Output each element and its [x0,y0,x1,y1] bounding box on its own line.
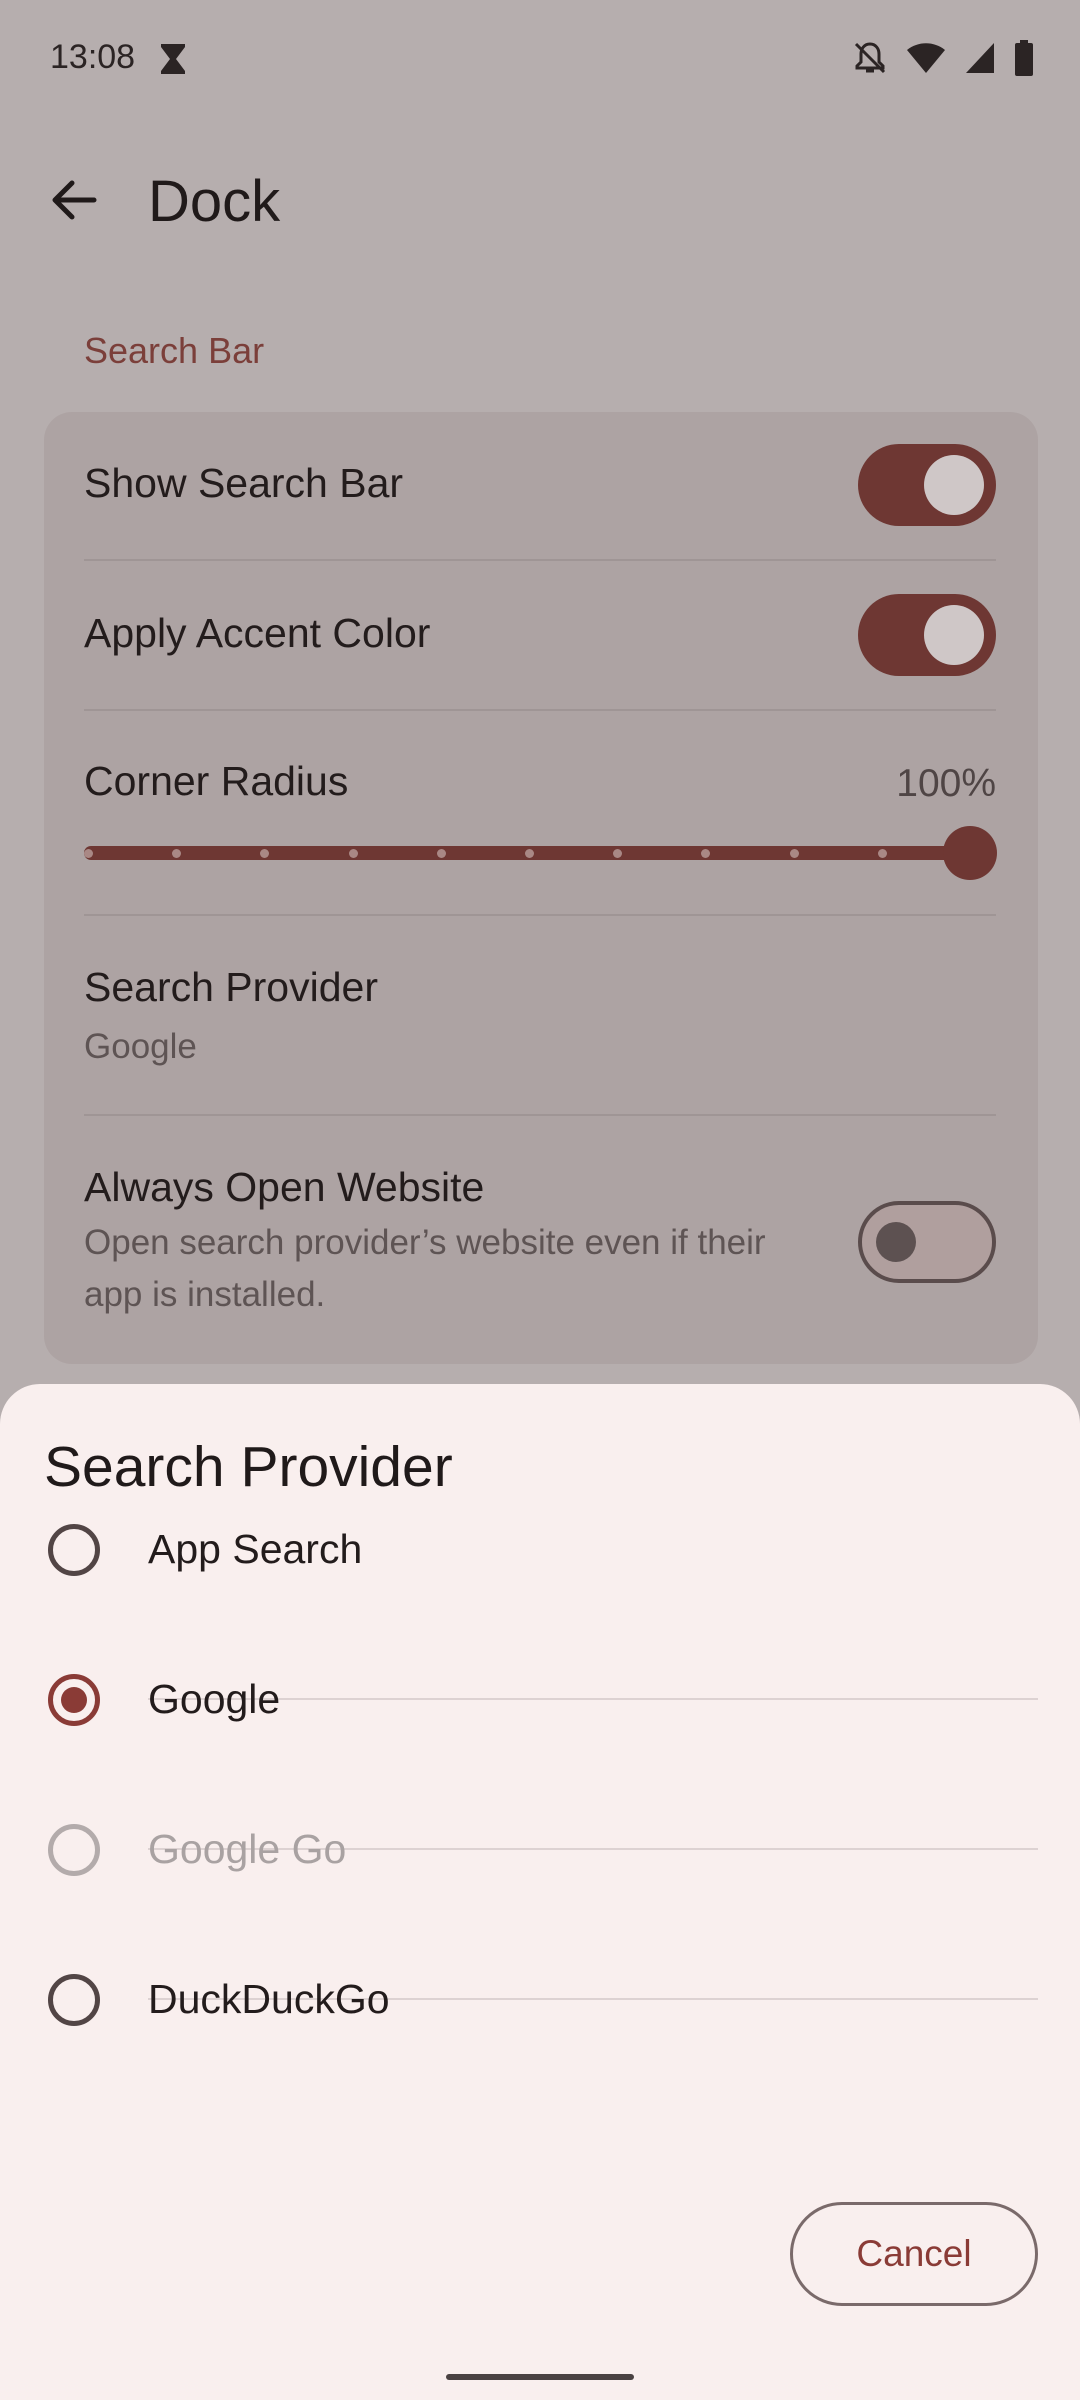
switch-knob [924,455,984,515]
slider-tick [436,849,446,858]
search-provider-label: Search Provider [84,964,378,1010]
divider [84,914,996,916]
page-title: Dock [148,169,281,234]
switch-knob [924,605,984,665]
always-open-website-label: Always Open Website [84,1164,485,1210]
show-search-bar-switch[interactable] [858,444,996,526]
divider [84,559,996,561]
corner-radius-slider[interactable] [84,826,1002,880]
home-indicator[interactable] [446,2374,634,2380]
corner-radius-value: 100% [896,762,996,805]
slider-tick [877,849,887,858]
option-label: App Search [148,1526,363,1572]
radio-dot [61,1687,87,1713]
slider-tick [789,849,799,858]
status-icons [852,40,1034,76]
slider-tick [348,849,358,858]
signal-icon [966,43,994,73]
corner-radius-label: Corner Radius [84,758,349,804]
notifications-off-icon [854,42,886,74]
option-label: Google [148,1676,281,1722]
radio-button[interactable] [48,1524,100,1576]
back-arrow-icon[interactable] [44,170,104,230]
hourglass-icon [161,44,185,74]
battery-icon [1015,40,1033,76]
cancel-button[interactable]: Cancel [790,2202,1038,2306]
always-open-website-description: Open search provider’s website even if t… [84,1223,766,1314]
divider [84,1114,996,1116]
search-provider-sheet: Search Provider App Search Google Google… [0,1384,1080,2400]
always-open-website-switch[interactable] [858,1201,996,1283]
apply-accent-color-switch[interactable] [858,594,996,676]
option-label: DuckDuckGo [148,1976,390,2022]
wifi-icon [907,43,945,73]
section-title: Search Bar [84,330,265,371]
radio-button-disabled [48,1824,100,1876]
switch-knob [876,1222,916,1262]
option-label: Google Go [148,1826,347,1872]
radio-button[interactable] [48,1974,100,2026]
status-time: 13:08 [50,38,136,76]
radio-button-selected[interactable] [48,1674,100,1726]
always-open-website-row[interactable]: Always Open Website Open search provider… [84,1164,804,1321]
option-app-search[interactable]: App Search [0,1474,1080,1624]
search-provider-value: Google [84,1027,197,1066]
status-bar: 13:08 [0,0,1080,120]
slider-tick [525,849,534,858]
corner-radius-row: Corner Radius [84,758,996,805]
screen: 13:08 Dock Search Bar Show Search Bar Ap… [0,0,1080,2400]
divider [84,709,996,711]
option-duckduckgo[interactable]: DuckDuckGo [0,1924,1080,2074]
option-google-go: Google Go [0,1774,1080,1924]
slider-thumb[interactable] [943,826,997,880]
slider-tick [84,849,93,858]
search-provider-row[interactable]: Search Provider Google [84,964,996,1073]
option-google[interactable]: Google [0,1624,1080,1774]
